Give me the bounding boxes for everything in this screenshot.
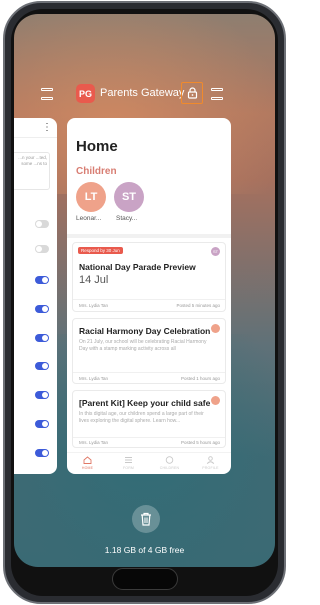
toggle-5[interactable] — [35, 334, 49, 342]
info-text: ...n your ...ted, some ...ns to — [14, 152, 50, 190]
section-divider — [67, 234, 231, 238]
toggle-9[interactable] — [35, 449, 49, 457]
tab-label: PROFILE — [202, 466, 219, 470]
app-icon[interactable]: PG — [76, 84, 95, 103]
child-dot — [211, 396, 220, 405]
toggle-7[interactable] — [35, 391, 49, 399]
post-card-national-day[interactable]: Respond by 30 Jun ST National Day Parade… — [72, 242, 226, 312]
parents-gateway-card[interactable]: Home Children LT Leonar... ST Stacy... R… — [67, 118, 231, 474]
split-screen-icon-right[interactable] — [211, 88, 223, 100]
post-author: Mrs. Lydia Tan — [79, 376, 109, 381]
page-title: Home — [76, 138, 118, 155]
tab-children[interactable]: CHILDREN — [149, 453, 190, 474]
post-separator — [73, 372, 225, 373]
respond-by-badge: Respond by 30 Jun — [78, 247, 123, 254]
clear-all-button[interactable] — [132, 505, 160, 533]
toggle-1[interactable] — [35, 220, 49, 228]
toggle-4[interactable] — [35, 305, 49, 313]
child-name: Leonar... — [76, 215, 102, 222]
post-title: [Parent Kit] Keep your child safe — [79, 398, 211, 408]
post-time: Posted 5 minutes ago — [176, 303, 220, 308]
more-options-icon[interactable]: ⋮ — [42, 122, 52, 133]
tab-label: FORM — [122, 466, 135, 470]
post-separator — [73, 437, 225, 438]
post-author: Mrs. Lydia Tan — [79, 440, 109, 445]
lock-icon — [187, 87, 197, 99]
post-time: Posted 1 hours ago — [180, 376, 220, 381]
profile-icon — [206, 456, 215, 464]
split-screen-icon[interactable] — [41, 88, 53, 100]
children-icon — [165, 456, 174, 464]
post-separator — [73, 299, 225, 300]
toggle-8[interactable] — [35, 420, 49, 428]
app-title: Parents Gateway — [100, 87, 185, 99]
tab-form[interactable]: FORM — [108, 453, 149, 474]
post-date: 14 Jul — [79, 274, 109, 286]
tab-profile[interactable]: PROFILE — [190, 453, 231, 474]
child-dot — [211, 324, 220, 333]
toggle-6[interactable] — [35, 362, 49, 370]
home-button[interactable] — [112, 568, 178, 590]
bottom-tab-bar: HOME FORM CHILDREN PROFILE — [67, 452, 231, 474]
tab-label: HOME — [81, 466, 94, 470]
child-name: Stacy... — [116, 215, 138, 222]
post-card-racial-harmony[interactable]: Racial Harmony Day Celebration On 21 Jul… — [72, 318, 226, 384]
children-heading: Children — [76, 166, 117, 177]
previous-app-card[interactable]: ⋮ ...n your ...ted, some ...ns to — [14, 118, 57, 474]
tab-label: CHILDREN — [159, 466, 180, 470]
post-time: Posted 5 hours ago — [180, 440, 220, 445]
lock-app-button[interactable] — [181, 82, 203, 104]
toggle-2[interactable] — [35, 245, 49, 253]
post-body: In this digital age, our children spend … — [79, 411, 204, 424]
child-avatar-st[interactable]: ST — [114, 182, 144, 212]
recent-apps-screen: PG Parents Gateway ⋮ ...n your ...ted, s… — [14, 14, 275, 567]
storage-info: 1.18 GB of 4 GB free — [104, 545, 185, 555]
post-title: National Day Parade Preview — [79, 262, 196, 272]
child-dot: ST — [211, 247, 220, 256]
list-icon — [125, 457, 132, 463]
child-avatar-lt[interactable]: LT — [76, 182, 106, 212]
post-title: Racial Harmony Day Celebration — [79, 326, 211, 336]
home-icon — [83, 456, 92, 464]
post-body: On 21 July, our school will be celebrati… — [79, 339, 207, 352]
toggle-3[interactable] — [35, 276, 49, 284]
post-author: Mrs. Lydia Tan — [79, 303, 109, 308]
trash-icon — [141, 512, 151, 526]
tab-home[interactable]: HOME — [67, 453, 108, 474]
post-card-parent-kit[interactable]: [Parent Kit] Keep your child safe In thi… — [72, 390, 226, 448]
